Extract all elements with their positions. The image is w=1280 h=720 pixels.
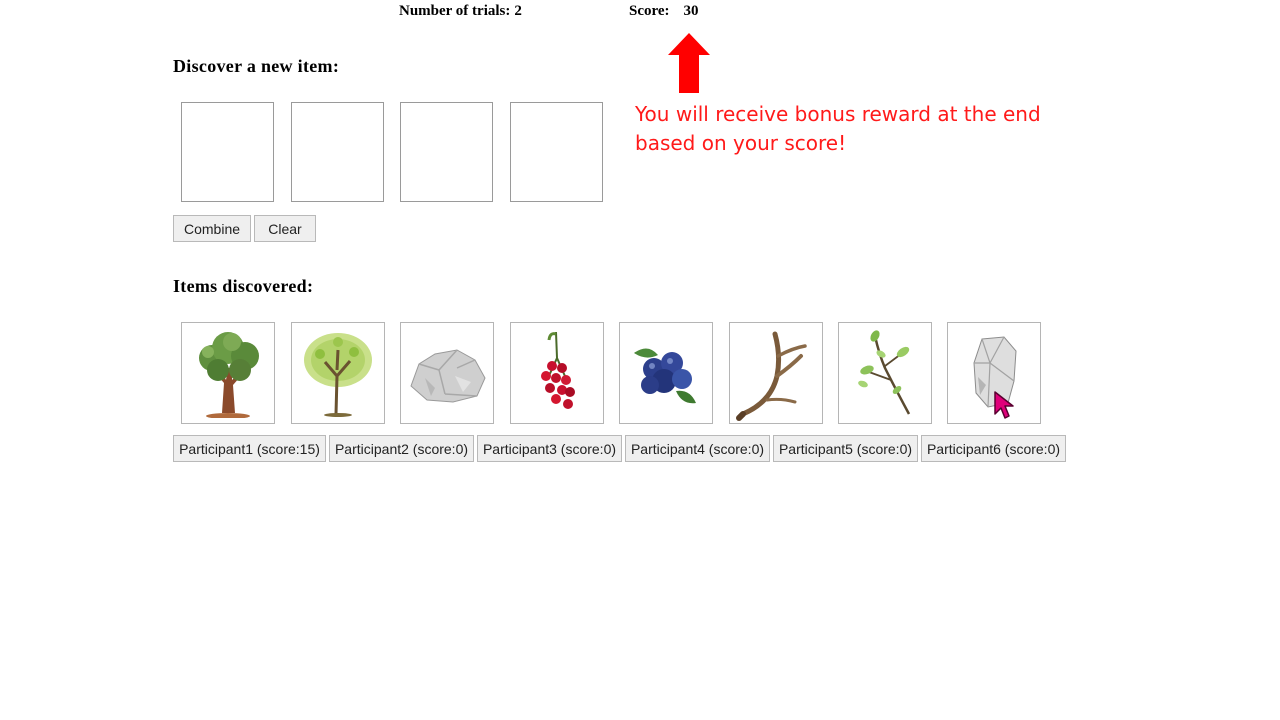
young-tree-icon xyxy=(304,333,372,417)
participant-button[interactable]: Participant2 (score:0) xyxy=(329,435,474,462)
score-label: Score: xyxy=(629,3,670,19)
oak-tree-icon xyxy=(199,332,259,418)
up-arrow-icon xyxy=(668,33,710,93)
item-card[interactable] xyxy=(729,322,823,424)
mouse-pointer-icon xyxy=(994,391,1014,419)
red-berries-icon xyxy=(541,331,575,409)
blueberries-icon xyxy=(634,348,696,404)
participant-button[interactable]: Participant1 (score:15) xyxy=(173,435,326,462)
twig-icon xyxy=(858,330,911,415)
discover-title: Discover a new item: xyxy=(173,56,340,76)
rock-icon xyxy=(410,349,486,403)
participant-button[interactable]: Participant3 (score:0) xyxy=(477,435,622,462)
combine-slot-2[interactable] xyxy=(291,102,384,202)
item-card[interactable] xyxy=(181,322,275,424)
item-card[interactable] xyxy=(838,322,932,424)
participant-button[interactable]: Participant4 (score:0) xyxy=(625,435,770,462)
bonus-note: You will receive bonus reward at the end… xyxy=(635,102,1041,155)
item-card[interactable] xyxy=(619,322,713,424)
item-card[interactable] xyxy=(291,322,385,424)
combine-slot-1[interactable] xyxy=(181,102,274,202)
participant-button[interactable]: Participant6 (score:0) xyxy=(921,435,1066,462)
trials-value: 2 xyxy=(514,3,522,19)
items-discovered-title: Items discovered: xyxy=(173,276,314,296)
trials-label: Number of trials: xyxy=(399,3,511,19)
antler-icon xyxy=(736,331,807,421)
participant-button[interactable]: Participant5 (score:0) xyxy=(773,435,918,462)
combine-button[interactable]: Combine xyxy=(173,215,251,242)
item-card[interactable] xyxy=(510,322,604,424)
score-value: 30 xyxy=(683,3,699,19)
score-counter: Score: 30 xyxy=(629,3,699,20)
clear-button[interactable]: Clear xyxy=(254,215,316,242)
combine-slot-4[interactable] xyxy=(510,102,603,202)
combine-slot-3[interactable] xyxy=(400,102,493,202)
item-card[interactable] xyxy=(400,322,494,424)
trials-counter: Number of trials: 2 xyxy=(399,3,522,20)
